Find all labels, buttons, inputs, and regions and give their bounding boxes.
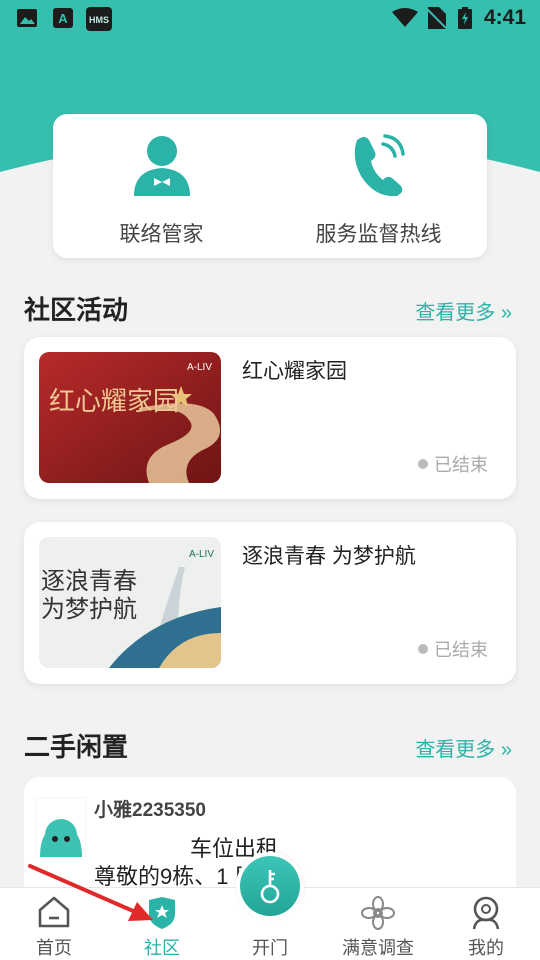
activity-title: 逐浪青春 为梦护航 (242, 545, 416, 568)
key-icon (260, 870, 280, 904)
battery-icon (458, 7, 472, 29)
profile-icon (472, 896, 500, 930)
hms-label: HMS (89, 15, 109, 25)
a-app-icon: A (53, 8, 73, 28)
service-hotline-button[interactable]: 服务监督热线 (270, 114, 487, 258)
activity-image-text-line1: 逐浪青春 (41, 567, 137, 595)
activity-status: 已结束 (418, 636, 488, 662)
status-time: 4:41 (483, 6, 526, 29)
tab-home[interactable]: 首页 (0, 888, 108, 960)
tab-survey[interactable]: 满意调查 (324, 888, 432, 960)
activity-status-label: 已结束 (434, 455, 488, 475)
community-activities-title: 社区活动 (24, 295, 129, 325)
tab-survey-label: 满意调查 (342, 938, 414, 958)
flower-icon (361, 896, 395, 930)
activity-title: 红心耀家园 (242, 360, 347, 383)
activity-status-label: 已结束 (434, 640, 488, 660)
status-dot (418, 459, 428, 469)
no-sim-icon (426, 7, 446, 29)
tab-mine[interactable]: 我的 (432, 888, 540, 960)
contact-butler-button[interactable]: 联络管家 (53, 114, 270, 258)
tab-community-label: 社区 (144, 938, 180, 958)
home-icon (38, 896, 70, 928)
community-more-link[interactable]: 查看更多 » (415, 296, 512, 325)
quick-actions-card: 联络管家 服务监督热线 (53, 114, 487, 258)
activity-image: 红心耀家园 A-LIV (39, 352, 221, 483)
butler-icon (133, 136, 190, 196)
secondhand-title: 二手闲置 (24, 732, 129, 762)
secondhand-more-link[interactable]: 查看更多 » (415, 733, 512, 762)
wifi-icon (392, 8, 418, 27)
key-button-face (240, 856, 300, 916)
image-icon (17, 9, 37, 27)
status-bar: A HMS 4:41 (0, 0, 540, 36)
activity-image-brand: A-LIV (187, 362, 212, 373)
activity-image-brand: A-LIV (189, 549, 214, 560)
tab-mine-label: 我的 (468, 938, 504, 958)
activity-card[interactable]: 红心耀家园 A-LIV 红心耀家园 已结束 (24, 337, 516, 499)
phone-icon (354, 134, 405, 196)
activity-image-text: 红心耀家园 (49, 387, 179, 417)
tab-home-label: 首页 (36, 938, 72, 958)
service-hotline-label: 服务监督热线 (315, 223, 442, 246)
avatar (36, 797, 86, 857)
hms-icon: HMS (86, 7, 112, 31)
activity-image-text-line2: 为梦护航 (41, 595, 137, 623)
open-door-key-button[interactable] (236, 852, 304, 920)
activity-status: 已结束 (418, 451, 488, 477)
a-app-label: A (58, 11, 68, 26)
activity-image: 逐浪青春 为梦护航 A-LIV (39, 537, 221, 668)
tab-open-door-label: 开门 (252, 938, 288, 958)
post-username: 小雅2235350 (94, 800, 206, 821)
tab-community[interactable]: 社区 (108, 888, 216, 960)
status-dot (418, 644, 428, 654)
activity-card[interactable]: 逐浪青春 为梦护航 A-LIV 逐浪青春 为梦护航 已结束 (24, 522, 516, 684)
community-shield-icon (149, 897, 175, 929)
contact-butler-label: 联络管家 (119, 223, 204, 246)
